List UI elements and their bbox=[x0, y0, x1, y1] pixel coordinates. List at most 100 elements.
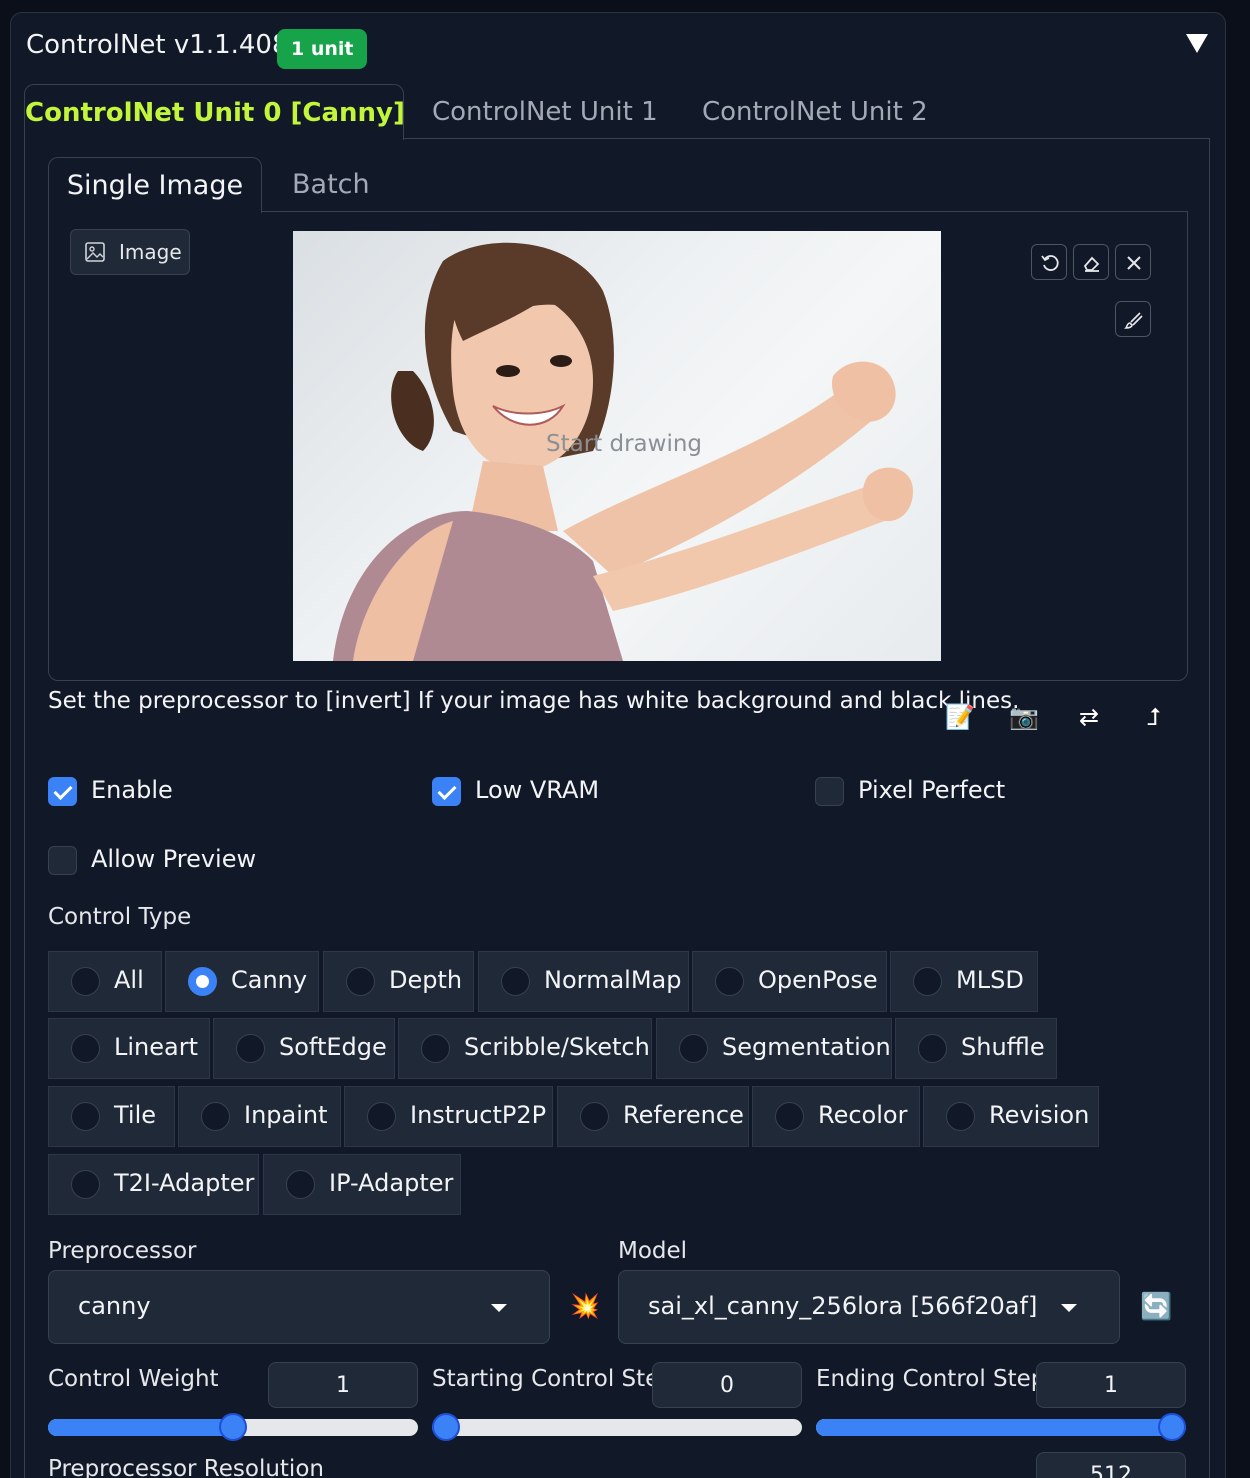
slider-thumb[interactable] bbox=[219, 1413, 247, 1441]
model-select[interactable]: sai_xl_canny_256lora [566f20af] bbox=[618, 1270, 1120, 1344]
radio-dot[interactable] bbox=[236, 1034, 265, 1063]
brush-button[interactable] bbox=[1115, 301, 1151, 337]
control-type-all[interactable]: All bbox=[48, 951, 162, 1012]
tab-batch[interactable]: Batch bbox=[292, 157, 370, 213]
tab-unit-0[interactable]: ControlNet Unit 0 [Canny] bbox=[24, 84, 405, 140]
low-vram-check-box[interactable] bbox=[432, 777, 461, 806]
control-type-lineart[interactable]: Lineart bbox=[48, 1018, 210, 1079]
control-type-mlsd[interactable]: MLSD bbox=[890, 951, 1038, 1012]
radio-label: SoftEdge bbox=[279, 1033, 387, 1061]
control-type-depth[interactable]: Depth bbox=[323, 951, 474, 1012]
slider-fill bbox=[48, 1419, 233, 1436]
control-weight-slider[interactable] bbox=[48, 1413, 418, 1441]
radio-dot[interactable] bbox=[913, 967, 942, 996]
radio-dot[interactable] bbox=[201, 1102, 230, 1131]
radio-dot[interactable] bbox=[775, 1102, 804, 1131]
preprocessor-resolution-label: Preprocessor Resolution bbox=[48, 1456, 324, 1478]
tab-single-image[interactable]: Single Image bbox=[48, 157, 262, 213]
control-type-ip-adapter[interactable]: IP-Adapter bbox=[263, 1154, 461, 1215]
pixel-perfect-check-box[interactable] bbox=[815, 777, 844, 806]
close-icon bbox=[1127, 256, 1141, 270]
radio-dot[interactable] bbox=[71, 1034, 100, 1063]
control-type-openpose[interactable]: OpenPose bbox=[692, 951, 887, 1012]
preprocessor-label: Preprocessor bbox=[48, 1238, 197, 1264]
radio-label: Segmentation bbox=[722, 1033, 891, 1061]
ending-step-slider[interactable] bbox=[816, 1413, 1186, 1441]
radio-label: NormalMap bbox=[544, 966, 682, 994]
brush-icon bbox=[1124, 312, 1143, 329]
radio-dot[interactable] bbox=[71, 1102, 100, 1131]
slider-thumb[interactable] bbox=[432, 1413, 460, 1441]
undo-button[interactable] bbox=[1031, 244, 1067, 280]
tab-unit-1[interactable]: ControlNet Unit 1 bbox=[432, 84, 658, 140]
radio-label: Scribble/Sketch bbox=[464, 1033, 650, 1061]
radio-label: T2I-Adapter bbox=[114, 1169, 255, 1197]
run-preprocessor-icon[interactable]: 💥 bbox=[570, 1292, 600, 1320]
slider-fill bbox=[816, 1419, 1186, 1436]
radio-dot[interactable] bbox=[346, 967, 375, 996]
control-type-instructp2p[interactable]: InstructP2P bbox=[344, 1086, 553, 1147]
radio-dot[interactable] bbox=[71, 1170, 100, 1199]
control-type-reference[interactable]: Reference bbox=[557, 1086, 749, 1147]
model-label: Model bbox=[618, 1238, 688, 1264]
eraser-button[interactable] bbox=[1073, 244, 1109, 280]
control-type-t2i-adapter[interactable]: T2I-Adapter bbox=[48, 1154, 259, 1215]
control-type-recolor[interactable]: Recolor bbox=[752, 1086, 920, 1147]
allow-preview-check-box[interactable] bbox=[48, 846, 77, 875]
eraser-icon bbox=[1083, 256, 1100, 272]
undo-icon bbox=[1041, 255, 1059, 271]
input-image-canvas[interactable]: Start drawing bbox=[293, 231, 941, 661]
control-type-normalmap[interactable]: NormalMap bbox=[478, 951, 689, 1012]
radio-dot[interactable] bbox=[71, 967, 100, 996]
radio-label: All bbox=[114, 966, 144, 994]
enable-check-box[interactable] bbox=[48, 777, 77, 806]
radio-label: IP-Adapter bbox=[329, 1169, 454, 1197]
radio-label: InstructP2P bbox=[410, 1101, 547, 1129]
control-type-shuffle[interactable]: Shuffle bbox=[895, 1018, 1057, 1079]
radio-dot[interactable] bbox=[286, 1170, 315, 1199]
radio-dot[interactable] bbox=[918, 1034, 947, 1063]
image-label: Image bbox=[70, 229, 190, 275]
send-dimensions-icon[interactable]: ⮥ bbox=[1137, 700, 1171, 734]
panel-title: ControlNet v1.1.408 bbox=[26, 30, 289, 60]
edit-icon[interactable]: 📝 bbox=[943, 700, 977, 734]
radio-label: Shuffle bbox=[961, 1033, 1045, 1061]
radio-dot[interactable] bbox=[367, 1102, 396, 1131]
radio-dot[interactable] bbox=[715, 967, 744, 996]
control-type-inpaint[interactable]: Inpaint bbox=[178, 1086, 341, 1147]
refresh-models-icon[interactable]: 🔄 bbox=[1140, 1292, 1172, 1322]
radio-label: OpenPose bbox=[758, 966, 878, 994]
canvas-hint: Start drawing bbox=[546, 431, 703, 457]
starting-step-input[interactable]: 0 bbox=[652, 1362, 802, 1408]
allow-preview-label: Allow Preview bbox=[91, 845, 257, 873]
radio-label: MLSD bbox=[956, 966, 1024, 994]
preprocessor-resolution-input[interactable]: 512 bbox=[1036, 1452, 1186, 1478]
radio-dot[interactable] bbox=[501, 967, 530, 996]
swap-icon[interactable]: ⇄ bbox=[1072, 700, 1106, 734]
radio-dot-selected[interactable] bbox=[188, 967, 217, 996]
starting-step-slider[interactable] bbox=[432, 1413, 802, 1441]
control-type-segmentation[interactable]: Segmentation bbox=[656, 1018, 892, 1079]
low-vram-label: Low VRAM bbox=[475, 776, 600, 804]
camera-icon[interactable]: 📷 bbox=[1007, 700, 1041, 734]
tab-unit-2[interactable]: ControlNet Unit 2 bbox=[702, 84, 928, 140]
preprocessor-value: canny bbox=[78, 1292, 151, 1320]
preprocessor-select[interactable]: canny bbox=[48, 1270, 550, 1344]
radio-dot[interactable] bbox=[946, 1102, 975, 1131]
control-type-revision[interactable]: Revision bbox=[923, 1086, 1099, 1147]
radio-label: Canny bbox=[231, 966, 308, 994]
ending-step-input[interactable]: 1 bbox=[1036, 1362, 1186, 1408]
control-weight-input[interactable]: 1 bbox=[268, 1362, 418, 1408]
radio-label: Lineart bbox=[114, 1033, 198, 1061]
clear-button[interactable] bbox=[1115, 244, 1151, 280]
control-type-scribble[interactable]: Scribble/Sketch bbox=[398, 1018, 652, 1079]
radio-dot[interactable] bbox=[580, 1102, 609, 1131]
control-type-softedge[interactable]: SoftEdge bbox=[213, 1018, 395, 1079]
slider-thumb[interactable] bbox=[1158, 1413, 1186, 1441]
collapse-triangle-icon[interactable] bbox=[1186, 34, 1208, 53]
image-icon bbox=[85, 242, 105, 262]
radio-dot[interactable] bbox=[679, 1034, 708, 1063]
control-type-tile[interactable]: Tile bbox=[48, 1086, 175, 1147]
control-type-canny[interactable]: Canny bbox=[165, 951, 319, 1012]
radio-dot[interactable] bbox=[421, 1034, 450, 1063]
